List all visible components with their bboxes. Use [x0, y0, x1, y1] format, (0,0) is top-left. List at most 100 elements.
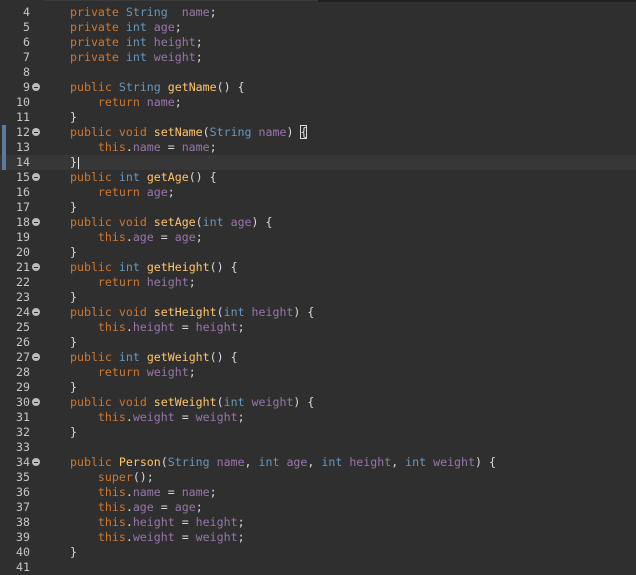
code-line[interactable]: 16 return age;: [0, 185, 636, 200]
line-number: 34: [16, 455, 30, 469]
collapse-minus-icon[interactable]: [32, 128, 40, 136]
line-number: 27: [16, 350, 30, 364]
code-line[interactable]: 26}: [0, 335, 636, 350]
collapse-minus-icon[interactable]: [32, 83, 40, 91]
code-line[interactable]: 30 public void setWeight(int weight) {: [0, 395, 636, 410]
code-line[interactable]: 21 public int getHeight() {: [0, 260, 636, 275]
code-line[interactable]: 29}: [0, 380, 636, 395]
code-text: }: [70, 425, 77, 439]
code-line[interactable]: 10 return name;: [0, 95, 636, 110]
code-line[interactable]: 12 public void setName(String name) {: [0, 125, 636, 140]
text-cursor: [77, 156, 79, 169]
line-number: 10: [16, 95, 30, 109]
code-text: }: [70, 245, 77, 259]
line-number: 16: [16, 185, 30, 199]
line-number: 38: [16, 515, 30, 529]
code-line[interactable]: 40}: [0, 545, 636, 560]
collapse-minus-icon[interactable]: [32, 308, 40, 316]
line-number: 36: [16, 485, 30, 499]
code-text: super();: [97, 470, 154, 484]
line-number: 22: [16, 275, 30, 289]
code-line[interactable]: 22 return height;: [0, 275, 636, 290]
code-text: return height;: [97, 275, 196, 289]
code-line[interactable]: 35 super();: [0, 470, 636, 485]
code-line[interactable]: 9 public String getName() {: [0, 80, 636, 95]
code-line[interactable]: 24 public void setHeight(int height) {: [0, 305, 636, 320]
code-text: this.age = age;: [97, 500, 203, 514]
code-line[interactable]: 32}: [0, 425, 636, 440]
code-line[interactable]: 13 this.name = name;: [0, 140, 636, 155]
line-number: 23: [16, 290, 30, 304]
code-line[interactable]: 8: [0, 65, 636, 80]
code-line[interactable]: 6 private int height;: [0, 35, 636, 50]
code-text: }: [70, 380, 77, 394]
code-text: this.height = height;: [97, 515, 245, 529]
code-line[interactable]: 15 public int getAge() {: [0, 170, 636, 185]
code-text: this.name = name;: [97, 485, 217, 499]
code-line[interactable]: 39 this.weight = weight;: [0, 530, 636, 545]
editor-tab-edge: [318, 0, 636, 2]
change-marker: [2, 125, 6, 140]
code-line[interactable]: 33: [0, 440, 636, 455]
code-line[interactable]: 11}: [0, 110, 636, 125]
code-text: private int weight;: [70, 50, 203, 64]
code-line[interactable]: 37 this.age = age;: [0, 500, 636, 515]
code-line[interactable]: 7 private int weight;: [0, 50, 636, 65]
code-text: return age;: [97, 185, 175, 199]
code-line[interactable]: 25 this.height = height;: [0, 320, 636, 335]
collapse-minus-icon[interactable]: [32, 458, 40, 466]
line-number: 5: [23, 20, 30, 34]
code-text: private int height;: [70, 35, 203, 49]
code-line[interactable]: 38 this.height = height;: [0, 515, 636, 530]
code-text: public void setWeight(int weight) {: [70, 395, 315, 409]
line-number: 13: [16, 140, 30, 154]
line-number: 18: [16, 215, 30, 229]
line-number: 9: [23, 80, 30, 94]
code-text: }: [70, 155, 79, 169]
line-number: 17: [16, 200, 30, 214]
line-number: 30: [16, 395, 30, 409]
line-number: 28: [16, 365, 30, 379]
change-marker: [2, 140, 6, 155]
code-line[interactable]: 28 return weight;: [0, 365, 636, 380]
line-number: 11: [16, 110, 30, 124]
code-text: this.age = age;: [97, 230, 203, 244]
code-text: public void setAge(int age) {: [70, 215, 273, 229]
collapse-minus-icon[interactable]: [32, 218, 40, 226]
line-number: 31: [16, 410, 30, 424]
code-text: private String name;: [70, 5, 217, 19]
line-number: 40: [16, 545, 30, 559]
code-editor[interactable]: 4 private String name; 5 private int age; 6 p…: [0, 0, 636, 574]
code-text: }: [70, 335, 77, 349]
code-line[interactable]: 36 this.name = name;: [0, 485, 636, 500]
code-text: }: [70, 545, 77, 559]
code-line[interactable]: 4 private String name;: [0, 5, 636, 20]
code-line[interactable]: 17}: [0, 200, 636, 215]
code-line[interactable]: 14}: [0, 155, 636, 170]
collapse-minus-icon[interactable]: [32, 353, 40, 361]
line-number: 25: [16, 320, 30, 334]
code-line[interactable]: 27 public int getWeight() {: [0, 350, 636, 365]
code-line[interactable]: 5 private int age;: [0, 20, 636, 35]
code-line[interactable]: 20}: [0, 245, 636, 260]
code-text: public void setName(String name) {: [70, 125, 308, 139]
collapse-minus-icon[interactable]: [32, 263, 40, 271]
code-line[interactable]: 19 this.age = age;: [0, 230, 636, 245]
collapse-minus-icon[interactable]: [32, 398, 40, 406]
line-number: 7: [23, 50, 30, 64]
collapse-minus-icon[interactable]: [32, 173, 40, 181]
code-text: public int getHeight() {: [70, 260, 238, 274]
code-line[interactable]: 23}: [0, 290, 636, 305]
line-number: 24: [16, 305, 30, 319]
code-text: public int getWeight() {: [70, 350, 238, 364]
code-line[interactable]: 31 this.weight = weight;: [0, 410, 636, 425]
code-text: this.weight = weight;: [97, 410, 245, 424]
code-text: public int getAge() {: [70, 170, 217, 184]
code-line[interactable]: 18 public void setAge(int age) {: [0, 215, 636, 230]
line-number: 33: [16, 440, 30, 454]
code-text: return weight;: [97, 365, 196, 379]
code-text: public void setHeight(int height) {: [70, 305, 315, 319]
code-text: }: [70, 110, 77, 124]
line-number: 19: [16, 230, 30, 244]
code-line[interactable]: 34 public Person(String name, int age, in…: [0, 455, 636, 470]
